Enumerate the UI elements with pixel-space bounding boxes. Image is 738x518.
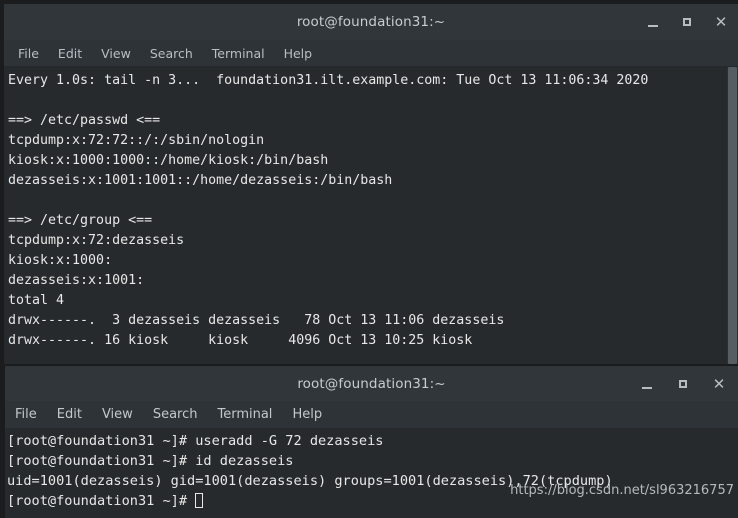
terminal-window-top[interactable]: root@foundation31:~ ✕ File Edit View Sea…	[4, 4, 738, 364]
terminal-line: tcpdump:x:72:dezasseis	[8, 233, 185, 248]
menu-item-search[interactable]: Search	[150, 46, 193, 61]
terminal-line: drwx------. 3 dezasseis dezasseis 78 Oct…	[8, 313, 505, 328]
menu-item-view[interactable]: View	[101, 46, 131, 61]
close-icon[interactable]: ✕	[712, 376, 726, 391]
menu-item-file[interactable]: File	[15, 407, 37, 422]
menu-item-help[interactable]: Help	[284, 46, 313, 61]
watermark-url: https://blog.csdn.net/sl963216757	[510, 483, 734, 498]
window-title-top: root@foundation31:~	[296, 14, 446, 30]
terminal-line: Every 1.0s: tail -n 3... foundation31.il…	[8, 73, 649, 88]
terminal-text-top: Every 1.0s: tail -n 3... foundation31.il…	[4, 67, 738, 351]
close-icon[interactable]: ✕	[714, 15, 728, 30]
menu-item-terminal[interactable]: Terminal	[217, 407, 272, 422]
window-title-bottom: root@foundation31:~	[297, 375, 446, 392]
scrollbar-thumb[interactable]	[728, 67, 737, 364]
window-controls-top: ✕	[646, 4, 728, 40]
menu-item-edit[interactable]: Edit	[58, 46, 82, 61]
titlebar-top[interactable]: root@foundation31:~ ✕	[4, 4, 738, 40]
menubar-top: File Edit View Search Terminal Help	[4, 40, 738, 67]
terminal-line: [root@foundation31 ~]# id dezasseis	[7, 453, 294, 469]
terminal-window-bottom[interactable]: root@foundation31:~ ✕ File Edit View Sea…	[5, 366, 738, 518]
terminal-line: total 4	[8, 293, 65, 308]
titlebar-bottom[interactable]: root@foundation31:~ ✕	[5, 366, 738, 401]
window-controls-bottom: ✕	[640, 366, 726, 401]
menu-item-help[interactable]: Help	[292, 407, 322, 422]
terminal-line: drwx------. 16 kiosk kiosk 4096 Oct 13 1…	[8, 333, 473, 348]
menu-item-search[interactable]: Search	[153, 407, 198, 422]
menu-item-terminal[interactable]: Terminal	[212, 46, 265, 61]
terminal-line: tcpdump:x:72:72::/:/sbin/nologin	[8, 133, 265, 148]
terminal-output-top[interactable]: Every 1.0s: tail -n 3... foundation31.il…	[4, 67, 738, 364]
terminal-line: kiosk:x:1000:	[8, 253, 113, 268]
menu-item-file[interactable]: File	[18, 46, 39, 61]
terminal-line: ==> /etc/group <==	[8, 213, 153, 228]
terminal-line: ==> /etc/passwd <==	[8, 113, 161, 128]
menu-item-view[interactable]: View	[102, 407, 133, 422]
menu-item-edit[interactable]: Edit	[57, 407, 82, 422]
minimize-icon[interactable]	[640, 377, 654, 391]
terminal-output-bottom[interactable]: [root@foundation31 ~]# useradd -G 72 dez…	[5, 429, 738, 518]
terminal-line: [root@foundation31 ~]# useradd -G 72 dez…	[7, 433, 384, 449]
terminal-scrollbar-top[interactable]	[727, 67, 738, 364]
maximize-icon[interactable]	[680, 15, 694, 29]
terminal-text-bottom: [root@foundation31 ~]# useradd -G 72 dez…	[5, 429, 738, 511]
terminal-line: dezasseis:x:1001:1001::/home/dezasseis:/…	[8, 173, 393, 188]
terminal-prompt: [root@foundation31 ~]#	[7, 493, 196, 509]
terminal-line: kiosk:x:1000:1000::/home/kiosk:/bin/bash	[8, 153, 329, 168]
minimize-icon[interactable]	[646, 15, 660, 29]
terminal-cursor	[195, 493, 204, 508]
terminal-line: dezasseis:x:1001:	[8, 273, 145, 288]
maximize-icon[interactable]	[676, 377, 690, 391]
menubar-bottom: File Edit View Search Terminal Help	[5, 401, 738, 429]
